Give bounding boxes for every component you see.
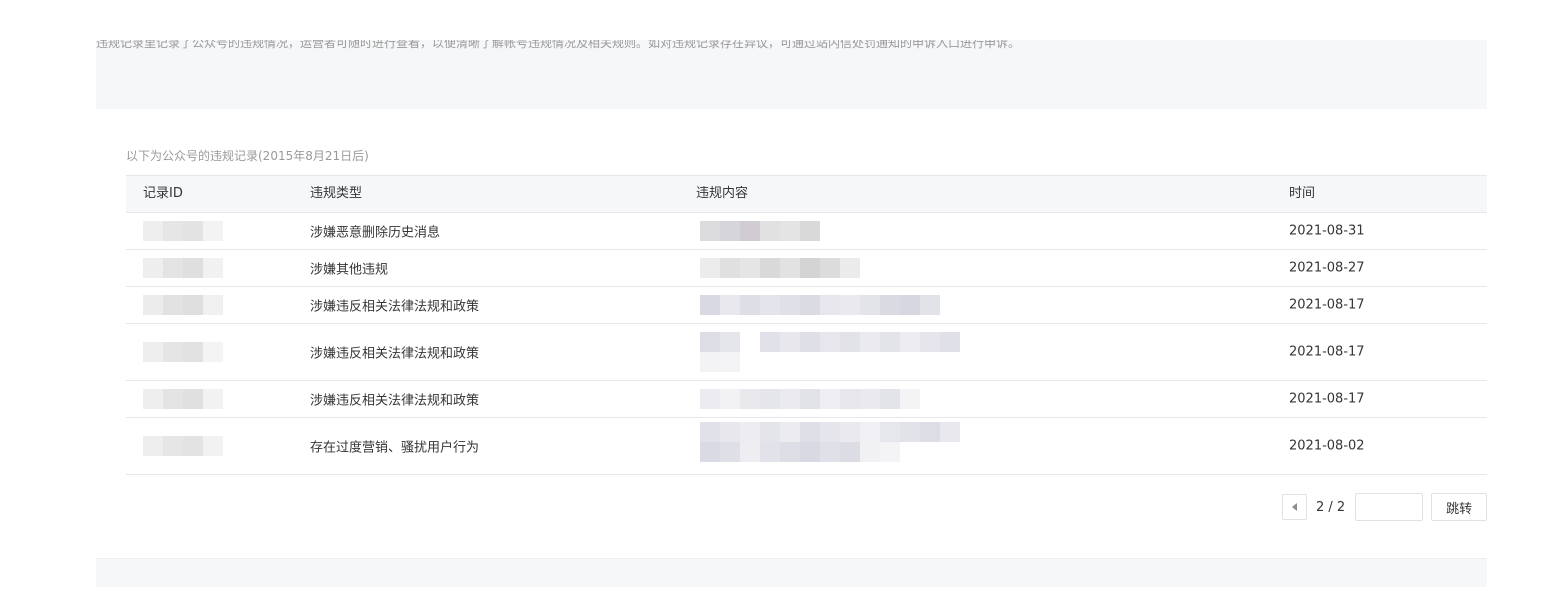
- pagination: 2 / 2 跳转: [1282, 493, 1488, 521]
- violation-type: 涉嫌违反相关法律法规和政策: [310, 393, 480, 409]
- violation-type: 涉嫌其他违规: [310, 262, 389, 278]
- violation-time: 2021-08-17: [1289, 391, 1365, 407]
- violation-content-redacted: [700, 221, 820, 241]
- chevron-left-icon: [1292, 503, 1297, 511]
- jump-button[interactable]: 跳转: [1431, 493, 1488, 521]
- violation-type: 存在过度营销、骚扰用户行为: [310, 440, 480, 456]
- page-indicator: 2 / 2: [1316, 499, 1346, 515]
- violation-records-table: 记录ID 违规类型 违规内容 时间 涉嫌恶意删除历史消息 2021-08-31 …: [126, 175, 1487, 475]
- violation-content-redacted: [700, 332, 960, 372]
- table-row: 存在过度营销、骚扰用户行为 2021-08-02: [126, 418, 1487, 475]
- footer-strip: [96, 558, 1487, 587]
- notice-banner: 违规记录里记录了公众号的违规情况，运营者可随时进行查看，以便清晰了解帐号违规情况…: [96, 40, 1487, 109]
- violation-content-redacted: [700, 295, 940, 315]
- table-row: 涉嫌违反相关法律法规和政策 2021-08-17: [126, 381, 1487, 418]
- violation-time: 2021-08-17: [1289, 344, 1365, 360]
- column-header-type: 违规类型: [310, 186, 363, 201]
- violation-time: 2021-08-02: [1289, 438, 1365, 454]
- record-id-redacted: [143, 295, 223, 315]
- page-jump-input[interactable]: [1355, 493, 1424, 521]
- violation-time: 2021-08-17: [1289, 297, 1365, 313]
- violation-content-redacted: [700, 389, 920, 409]
- violation-content-redacted: [700, 422, 960, 462]
- column-header-content: 违规内容: [696, 186, 749, 201]
- violation-type: 涉嫌违反相关法律法规和政策: [310, 346, 480, 362]
- column-header-id: 记录ID: [143, 186, 183, 201]
- record-id-redacted: [143, 342, 223, 362]
- table-row: 涉嫌其他违规 2021-08-27: [126, 250, 1487, 287]
- record-id-redacted: [143, 436, 223, 456]
- record-id-redacted: [143, 389, 223, 409]
- record-id-redacted: [143, 221, 223, 241]
- violation-type: 涉嫌违反相关法律法规和政策: [310, 299, 480, 315]
- records-caption: 以下为公众号的违规记录(2015年8月21日后): [126, 149, 369, 163]
- table-row: 涉嫌违反相关法律法规和政策 2021-08-17: [126, 324, 1487, 381]
- table-row: 涉嫌违反相关法律法规和政策 2021-08-17: [126, 287, 1487, 324]
- table-row: 涉嫌恶意删除历史消息 2021-08-31: [126, 213, 1487, 250]
- notice-text: 违规记录里记录了公众号的违规情况，运营者可随时进行查看，以便清晰了解帐号违规情况…: [96, 40, 1021, 50]
- violation-content-redacted: [700, 258, 860, 278]
- violation-time: 2021-08-31: [1289, 223, 1365, 239]
- record-id-redacted: [143, 258, 223, 278]
- column-header-time: 时间: [1289, 186, 1316, 201]
- violation-time: 2021-08-27: [1289, 260, 1365, 276]
- table-header: 记录ID 违规类型 违规内容 时间: [126, 175, 1487, 213]
- prev-page-button[interactable]: [1282, 494, 1307, 520]
- violation-type: 涉嫌恶意删除历史消息: [310, 225, 441, 241]
